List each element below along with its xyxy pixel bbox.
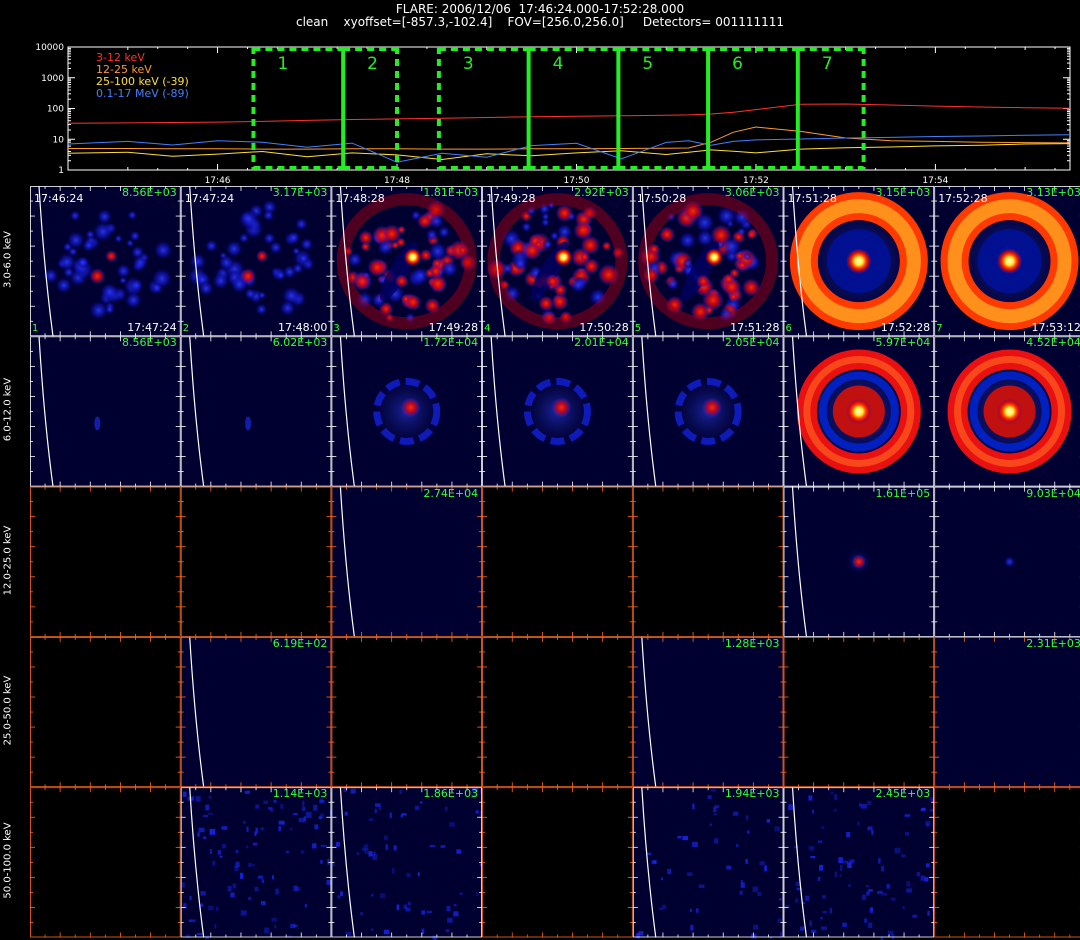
interval-index: 7: [936, 323, 943, 335]
image-panel-labels: 1.94E+03: [633, 787, 784, 937]
image-panel-labels: 8.56E+03 17:46:24 17:47:24 1: [30, 186, 181, 336]
image-panel-labels: 2.74E+04: [331, 487, 482, 637]
interval-start-time: 17:52:28: [938, 192, 988, 205]
peak-value: 4.52E+04: [1026, 336, 1080, 350]
image-panel-labels: [934, 787, 1080, 937]
peak-value: 3.13E+03: [1026, 186, 1080, 199]
interval-index: 3: [333, 323, 340, 335]
image-panel-labels: [482, 487, 633, 637]
row-label: 12.0-25.0 keV: [2, 525, 14, 596]
peak-value: 1.81E+03: [423, 186, 479, 199]
image-panel-labels: 4.52E+04: [934, 336, 1080, 486]
image-panel-labels: [482, 637, 633, 787]
image-panel-labels: 1.81E+03 17:48:28 17:49:28 3: [331, 186, 482, 336]
image-panel-labels: [482, 787, 633, 937]
image-panel-labels: [30, 637, 181, 787]
image-panel-labels: 2.31E+03: [934, 637, 1080, 787]
image-panel-labels: [331, 637, 482, 787]
peak-value: 2.45E+03: [875, 787, 931, 801]
peak-value: 1.61E+05: [875, 486, 931, 500]
image-panel-labels: [30, 487, 181, 637]
image-panel-labels: 5.97E+04: [784, 336, 935, 486]
image-panel-labels: 1.28E+03: [633, 637, 784, 787]
image-panel-labels: [784, 637, 935, 787]
peak-value: 3.15E+03: [875, 186, 931, 199]
image-panel-labels: [633, 487, 784, 637]
interval-start-time: 17:46:24: [34, 192, 84, 205]
row-label: 6.0-12.0 keV: [2, 378, 14, 442]
interval-end-time: 17:53:12: [1031, 321, 1080, 335]
interval-end-time: 17:51:28: [730, 321, 780, 335]
interval-index: 2: [182, 323, 190, 335]
peak-value: 2.31E+03: [1026, 636, 1080, 650]
image-panel-labels: 8.56E+03: [30, 336, 181, 486]
image-panel-labels: 1.72E+04: [331, 336, 482, 486]
image-panel-labels: 3.06E+03 17:50:28 17:51:28 5: [633, 186, 784, 336]
image-panel-labels: 9.03E+04: [934, 487, 1080, 637]
image-panel-labels: 6.19E+02: [181, 637, 332, 787]
peak-value: 2.05E+04: [724, 336, 780, 350]
interval-end-time: 17:50:28: [579, 321, 629, 335]
peak-value: 2.92E+03: [574, 186, 629, 199]
interval-end-time: 17:48:00: [277, 321, 328, 335]
interval-start-time: 17:49:28: [486, 192, 536, 205]
row-label: 25.0-50.0 keV: [2, 675, 14, 746]
row-label: 50.0-100.0 keV: [2, 822, 14, 899]
interval-index: 5: [634, 323, 642, 335]
interval-index: 1: [32, 323, 39, 335]
row-label: 3.0-6.0 keV: [2, 231, 14, 289]
image-panel-labels: 3.13E+03 17:52:28 17:53:12 7: [934, 186, 1080, 336]
interval-start-time: 17:47:24: [184, 192, 235, 205]
peak-value: 2.74E+04: [423, 486, 479, 500]
peak-value: 3.06E+03: [724, 186, 780, 199]
peak-value: 8.56E+03: [122, 186, 177, 199]
peak-value: 1.28E+03: [724, 636, 780, 650]
image-panel-labels: 3.15E+03 17:51:28 17:52:28 6: [784, 186, 935, 336]
image-panel-labels: 2.45E+03: [784, 787, 935, 937]
peak-value: 9.03E+04: [1026, 486, 1080, 500]
peak-value: 8.56E+03: [122, 336, 177, 350]
interval-start-time: 17:50:28: [636, 192, 687, 205]
image-panel-labels: 1.86E+03: [331, 787, 482, 937]
image-panel-labels: 2.01E+04: [482, 336, 633, 486]
image-panel-labels: 2.05E+04: [633, 336, 784, 486]
peak-value: 3.17E+03: [272, 186, 328, 199]
image-panel-labels: 3.17E+03 17:47:24 17:48:00 2: [181, 186, 332, 336]
interval-start-time: 17:51:28: [787, 192, 837, 205]
image-panel-labels: [30, 787, 181, 937]
interval-index: 6: [785, 323, 792, 335]
peak-value: 1.72E+04: [423, 336, 479, 350]
peak-value: 2.01E+04: [574, 336, 629, 350]
peak-value: 6.19E+02: [272, 636, 328, 650]
image-panel-labels: [181, 487, 332, 637]
image-panel-labels: 1.14E+03: [181, 787, 332, 937]
peak-value: 5.97E+04: [875, 336, 931, 350]
interval-start-time: 17:48:28: [335, 192, 385, 205]
interval-index: 4: [484, 323, 491, 335]
image-panel-labels: 2.92E+03 17:49:28 17:50:28 4: [482, 186, 633, 336]
interval-end-time: 17:47:24: [127, 321, 177, 335]
peak-value: 1.14E+03: [272, 787, 328, 801]
interval-end-time: 17:52:28: [880, 321, 931, 335]
peak-value: 1.86E+03: [423, 787, 479, 801]
image-panel-labels: 1.61E+05: [784, 487, 935, 637]
peak-value: 1.94E+03: [724, 787, 780, 801]
interval-end-time: 17:49:28: [428, 321, 479, 335]
image-panel-labels: 6.02E+03: [181, 336, 332, 486]
peak-value: 6.02E+03: [272, 336, 328, 350]
